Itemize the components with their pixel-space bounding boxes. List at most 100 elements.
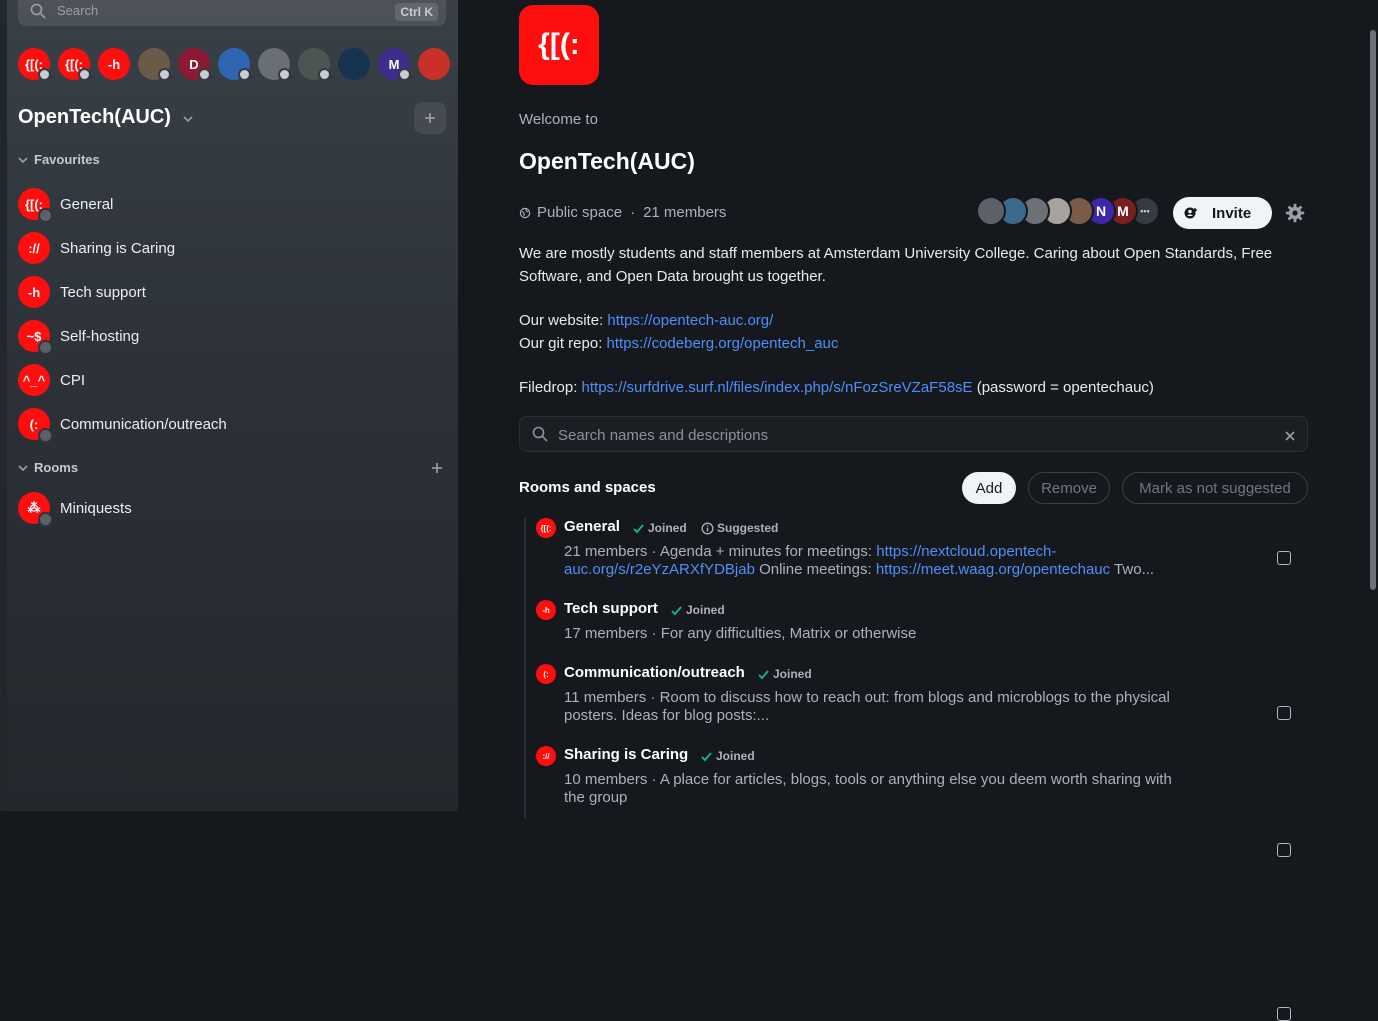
room-list-item[interactable]: :// Sharing is Caring [18,230,446,266]
checkmark-icon [633,523,644,533]
room-avatar: (: [536,664,556,684]
opentech-space-2[interactable]: {[(: [58,48,91,81]
room-avatar-glyph: -h [542,605,550,615]
joined-label: Joined [648,521,687,535]
invite-button[interactable]: Invite [1173,197,1272,229]
space-switcher-bar: {[(: {[(: -h D M [18,48,450,81]
public-badge-icon [38,512,53,527]
member-initial: M [1117,203,1129,219]
opentech-space[interactable]: {[(: [18,48,51,81]
scrollbar[interactable] [1370,30,1376,590]
room-search-bar[interactable]: Search Ctrl K [18,0,446,26]
select-room-checkbox[interactable] [1277,706,1291,720]
space-room-list-panel: Search Ctrl K {[(: {[(: -h D M OpenTech(AUC)… [0,0,458,811]
add-room-icon[interactable] [431,461,443,479]
room-name: Tech support [60,283,146,301]
website-line: Our website: https://opentech-auc.org/ [519,310,1309,333]
select-room-checkbox[interactable] [1277,551,1291,565]
space-title[interactable]: OpenTech(AUC) [18,106,171,129]
room-avatar: :// [18,232,50,264]
room-list-item[interactable]: ⁂ Miniquests [18,490,446,527]
website-prefix: Our website: [519,312,608,329]
room-avatar: {[(: [18,188,53,223]
d-avatar[interactable]: D [178,48,211,81]
landscape-avatar[interactable] [298,48,331,81]
info-icon [701,522,714,534]
red-badge-avatar[interactable] [418,48,450,80]
add-to-space-button[interactable] [414,102,446,134]
topic-link[interactable]: https://meet.waag.org/opentechauc [876,561,1110,578]
public-badge-icon [38,340,53,355]
room-avatar-glyph: (: [29,416,39,432]
m-avatar[interactable]: M [378,48,411,81]
presence-dot [78,68,91,81]
gear-space-avatar[interactable] [218,48,251,81]
joined-tag: Joined [670,603,725,617]
joined-label: Joined [686,603,725,617]
checkmark-icon [758,669,769,679]
space-home-panel: {[(: Welcome to OpenTech(AUC) Public spa… [458,0,1378,1021]
person-avatar[interactable] [138,48,171,81]
chevron-down-icon[interactable] [182,112,194,130]
suggested-tag: Suggested [701,521,778,535]
chevron-down-icon [18,156,28,163]
rooms-label: Rooms [34,460,79,475]
joined-label: Joined [716,749,755,763]
room-avatar: -h [536,600,556,620]
checkmark-icon [701,751,712,761]
space-description: We are mostly students and staff members… [519,243,1309,400]
joined-label: Joined [773,667,812,681]
room-search-input[interactable] [556,417,1260,453]
mark-not-suggested-button[interactable]: Mark as not suggested [1122,472,1308,504]
member-count[interactable]: 21 members [643,204,726,221]
joined-tag: Joined [757,667,812,681]
filedrop-link[interactable]: https://surfdrive.surf.nl/files/index.ph… [582,379,973,396]
room-name: Communication/outreach [564,664,745,681]
gear-icon[interactable] [1285,203,1305,228]
chevron-down-icon [18,464,28,471]
add-button[interactable]: Add [962,472,1016,504]
search-shortcut-hint: Ctrl K [395,3,438,21]
filedrop-suffix: (password = opentechauc) [972,379,1154,396]
space-meta-row: Public space · 21 members [519,204,726,221]
room-list-item[interactable]: (: Communication/outreach [18,406,446,443]
green-creature-avatar[interactable] [338,48,370,80]
favourites-section-header[interactable]: Favourites [18,152,100,167]
suggested-label: Suggested [717,521,779,535]
tech-support-space[interactable]: -h [98,48,130,80]
room-directory-list: {[(: General Joined Suggested 21 members · A… [524,518,1316,1021]
room-avatar: ^_^ [18,364,50,396]
plus-icon [425,113,435,123]
room-list-item[interactable]: ~$ Self-hosting [18,318,446,355]
joined-tag: Joined [700,749,755,763]
filedrop-line: Filedrop: https://surfdrive.surf.nl/file… [519,377,1309,400]
presence-dot [38,68,51,81]
search-placeholder: Search [57,3,99,18]
grey-photo-avatar[interactable] [258,48,291,81]
close-icon[interactable] [1285,428,1295,446]
room-avatar: -h [18,276,50,308]
room-topic: 11 members · Room to discuss how to reac… [564,689,1170,724]
git-link[interactable]: https://codeberg.org/opentech_auc [607,335,839,352]
member-avatar[interactable] [976,196,1006,226]
m-avatar-initial: M [388,56,400,72]
room-directory-search[interactable] [519,416,1308,453]
presence-dot [398,68,411,81]
select-room-checkbox[interactable] [1277,1007,1291,1021]
search-icon [532,426,548,447]
room-list-item[interactable]: {[(: General [18,186,446,223]
topic-text: Two... [1110,561,1155,578]
remove-button[interactable]: Remove [1028,472,1110,504]
room-name: Sharing is Caring [60,239,176,257]
presence-dot [158,68,171,81]
select-room-checkbox[interactable] [1277,843,1291,857]
rooms-section-header[interactable]: Rooms [18,460,78,475]
room-list-item[interactable]: ^_^ CPI [18,362,446,398]
room-topic: 21 members · Agenda + minutes for meetin… [564,543,1184,579]
search-icon [30,3,46,24]
website-link[interactable]: https://opentech-auc.org/ [607,312,773,329]
public-badge-icon [38,208,53,223]
d-avatar-initial: D [189,56,199,72]
room-list-item[interactable]: -h Tech support [18,274,446,310]
globe-icon [519,207,531,218]
